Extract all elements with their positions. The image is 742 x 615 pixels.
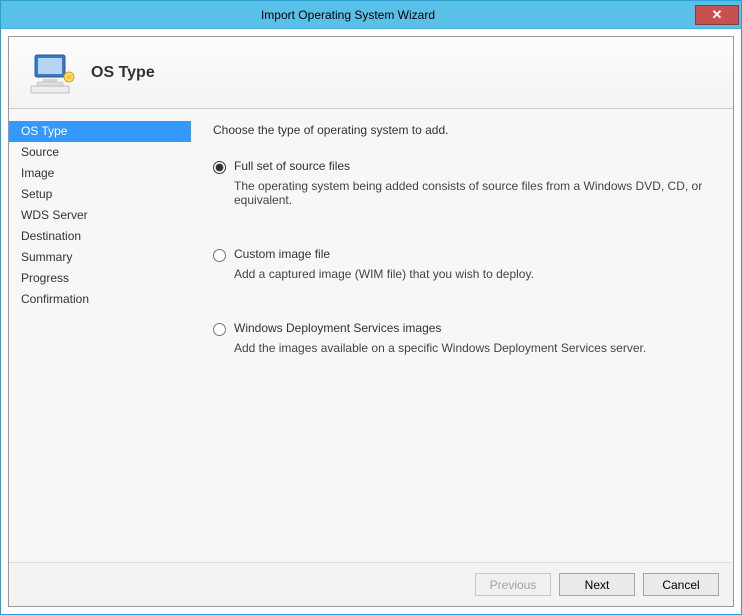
option-custom-image[interactable]: Custom image file Add a captured image (… xyxy=(213,247,715,281)
wizard-window: Import Operating System Wizard ✕ OS Type xyxy=(0,0,742,615)
sidebar-item-label: Setup xyxy=(21,187,52,201)
sidebar-item-label: Source xyxy=(21,145,59,159)
sidebar-item-confirmation[interactable]: Confirmation xyxy=(9,289,191,310)
next-button[interactable]: Next xyxy=(559,573,635,596)
window-title: Import Operating System Wizard xyxy=(1,8,695,22)
radio-custom-image[interactable] xyxy=(213,249,226,262)
close-button[interactable]: ✕ xyxy=(695,5,739,25)
sidebar-item-label: WDS Server xyxy=(21,208,88,222)
option-wds-images[interactable]: Windows Deployment Services images Add t… xyxy=(213,321,715,355)
option-text: Windows Deployment Services images Add t… xyxy=(234,321,715,355)
wizard-inner: OS Type OS Type Source Image Setup WDS S… xyxy=(8,36,734,607)
page-title: OS Type xyxy=(91,64,155,82)
option-text: Full set of source files The operating s… xyxy=(234,159,715,207)
sidebar-item-label: Confirmation xyxy=(21,292,89,306)
content-pane: Choose the type of operating system to a… xyxy=(191,109,733,562)
option-description: The operating system being added consist… xyxy=(234,179,715,207)
close-icon: ✕ xyxy=(712,7,723,23)
sidebar-item-label: Destination xyxy=(21,229,81,243)
cancel-button[interactable]: Cancel xyxy=(643,573,719,596)
option-label: Windows Deployment Services images xyxy=(234,321,715,335)
sidebar-item-image[interactable]: Image xyxy=(9,163,191,184)
wizard-header: OS Type xyxy=(9,37,733,109)
wizard-body: OS Type Source Image Setup WDS Server De… xyxy=(9,109,733,562)
radio-full-source[interactable] xyxy=(213,161,226,174)
sidebar-item-label: OS Type xyxy=(21,124,67,138)
option-label: Full set of source files xyxy=(234,159,715,173)
radio-wds-images[interactable] xyxy=(213,323,226,336)
sidebar-item-wds-server[interactable]: WDS Server xyxy=(9,205,191,226)
instruction-text: Choose the type of operating system to a… xyxy=(213,123,715,137)
sidebar-item-setup[interactable]: Setup xyxy=(9,184,191,205)
option-label: Custom image file xyxy=(234,247,715,261)
option-full-source[interactable]: Full set of source files The operating s… xyxy=(213,159,715,207)
sidebar-item-label: Progress xyxy=(21,271,69,285)
sidebar-item-progress[interactable]: Progress xyxy=(9,268,191,289)
computer-icon xyxy=(29,51,75,95)
previous-button: Previous xyxy=(475,573,551,596)
option-description: Add a captured image (WIM file) that you… xyxy=(234,267,715,281)
option-description: Add the images available on a specific W… xyxy=(234,341,715,355)
sidebar-item-os-type[interactable]: OS Type xyxy=(9,121,191,142)
sidebar-item-source[interactable]: Source xyxy=(9,142,191,163)
wizard-footer: Previous Next Cancel xyxy=(9,562,733,606)
sidebar-item-label: Image xyxy=(21,166,54,180)
sidebar-item-label: Summary xyxy=(21,250,72,264)
option-text: Custom image file Add a captured image (… xyxy=(234,247,715,281)
titlebar: Import Operating System Wizard ✕ xyxy=(1,1,741,29)
sidebar: OS Type Source Image Setup WDS Server De… xyxy=(9,109,191,562)
sidebar-item-destination[interactable]: Destination xyxy=(9,226,191,247)
sidebar-item-summary[interactable]: Summary xyxy=(9,247,191,268)
